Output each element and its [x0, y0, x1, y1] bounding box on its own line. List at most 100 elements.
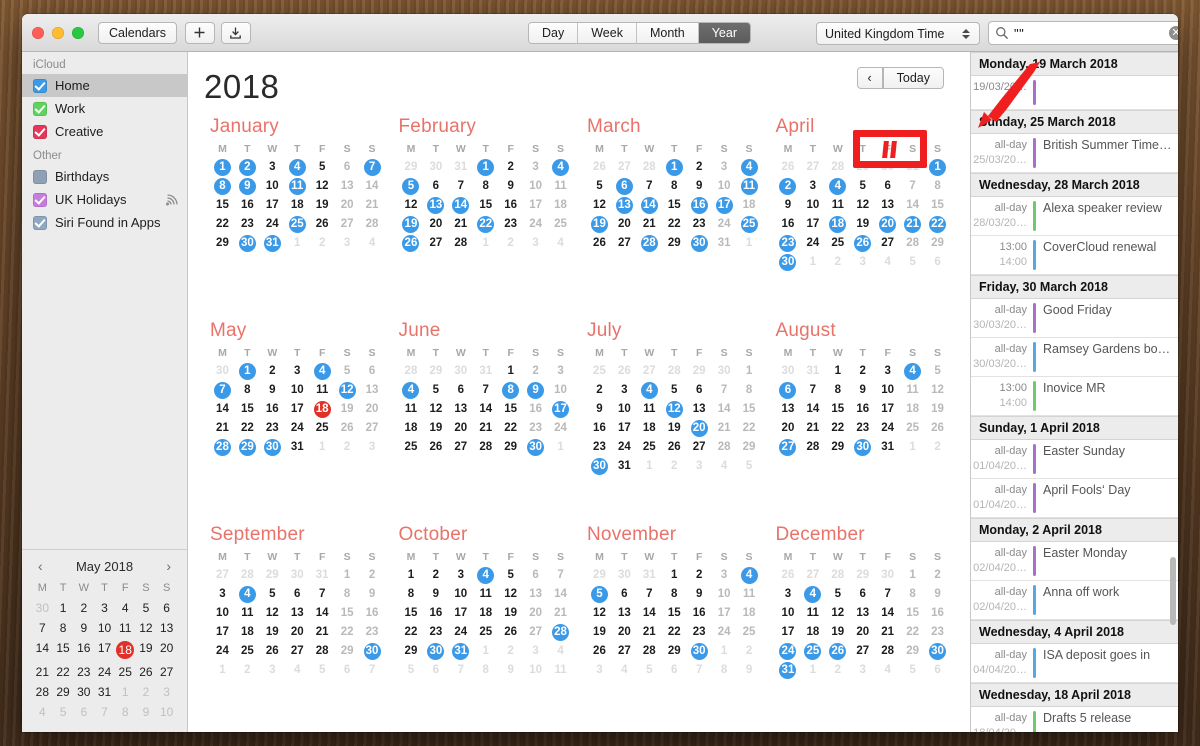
day-cell[interactable]: 3 — [285, 362, 310, 381]
day-cell[interactable]: 26 — [850, 234, 875, 253]
month-name[interactable]: August — [776, 320, 951, 342]
day-cell[interactable]: 17 — [875, 400, 900, 419]
day-cell[interactable]: 4 — [285, 661, 310, 680]
day-cell[interactable]: 18 — [737, 604, 762, 623]
mini-day-cell[interactable]: 21 — [32, 662, 53, 682]
day-cell[interactable]: 9 — [850, 381, 875, 400]
day-cell[interactable]: 25 — [310, 419, 335, 438]
search-field[interactable]: "" ✕ — [988, 21, 1178, 45]
day-cell[interactable]: 27 — [285, 642, 310, 661]
minimize-button[interactable] — [52, 26, 64, 39]
day-cell[interactable]: 30 — [612, 566, 637, 585]
day-cell[interactable]: 5 — [825, 585, 850, 604]
day-cell[interactable]: 30 — [235, 234, 260, 253]
result-event-row[interactable]: all-day 04/04/20… ISA deposit goes in — [971, 644, 1178, 683]
day-cell[interactable]: 28 — [825, 566, 850, 585]
sidebar-item-work[interactable]: Work — [22, 97, 187, 120]
day-cell[interactable]: 5 — [900, 253, 925, 272]
day-cell[interactable]: 1 — [210, 661, 235, 680]
day-cell[interactable]: 14 — [448, 196, 473, 215]
day-cell[interactable]: 28 — [875, 642, 900, 661]
search-clear-button[interactable]: ✕ — [1169, 26, 1178, 40]
day-cell[interactable]: 6 — [925, 253, 950, 272]
day-cell[interactable]: 4 — [235, 585, 260, 604]
day-cell[interactable]: 1 — [900, 438, 925, 457]
day-cell[interactable]: 17 — [523, 196, 548, 215]
day-cell[interactable]: 31 — [612, 457, 637, 476]
day-cell[interactable]: 17 — [712, 604, 737, 623]
day-cell[interactable] — [737, 253, 762, 272]
day-cell[interactable]: 13 — [423, 196, 448, 215]
mini-day-cell[interactable]: 12 — [136, 618, 157, 638]
day-cell[interactable]: 24 — [260, 215, 285, 234]
mini-day-cell[interactable]: 7 — [94, 702, 115, 722]
result-event-row[interactable]: 13:00 14:00 Inovice MR — [971, 377, 1178, 416]
day-cell[interactable]: 6 — [612, 585, 637, 604]
day-cell[interactable]: 30 — [776, 253, 801, 272]
day-cell[interactable]: 23 — [360, 623, 385, 642]
day-cell[interactable]: 4 — [737, 158, 762, 177]
day-cell[interactable]: 2 — [687, 158, 712, 177]
day-cell[interactable]: 22 — [235, 419, 260, 438]
day-cell[interactable]: 21 — [548, 604, 573, 623]
day-cell[interactable]: 7 — [637, 177, 662, 196]
month-name[interactable]: July — [587, 320, 762, 342]
day-cell[interactable]: 13 — [448, 400, 473, 419]
day-cell[interactable] — [235, 253, 260, 272]
day-cell[interactable]: 5 — [587, 585, 612, 604]
day-cell[interactable]: 31 — [875, 438, 900, 457]
day-cell[interactable]: 9 — [498, 661, 523, 680]
day-cell[interactable] — [498, 457, 523, 476]
search-input-value[interactable]: "" — [1014, 26, 1169, 41]
timezone-popup-button[interactable]: United Kingdom Time — [816, 22, 980, 45]
day-cell[interactable]: 22 — [737, 419, 762, 438]
day-cell[interactable]: 24 — [776, 642, 801, 661]
mini-day-cell[interactable]: 2 — [136, 682, 157, 702]
day-cell[interactable]: 27 — [335, 215, 360, 234]
day-cell[interactable] — [925, 457, 950, 476]
day-cell[interactable]: 23 — [423, 623, 448, 642]
day-cell[interactable]: 22 — [825, 419, 850, 438]
day-cell[interactable]: 4 — [612, 661, 637, 680]
day-cell[interactable]: 29 — [423, 362, 448, 381]
day-cell[interactable]: 15 — [737, 400, 762, 419]
day-cell[interactable]: 5 — [310, 158, 335, 177]
day-cell[interactable]: 28 — [662, 362, 687, 381]
day-cell[interactable]: 2 — [360, 566, 385, 585]
day-cell[interactable]: 5 — [399, 661, 424, 680]
day-cell[interactable] — [210, 253, 235, 272]
mini-day-cell[interactable]: 25 — [115, 662, 136, 682]
day-cell[interactable]: 2 — [498, 234, 523, 253]
day-cell[interactable]: 25 — [637, 438, 662, 457]
day-cell[interactable]: 19 — [335, 400, 360, 419]
mini-prev-button[interactable]: ‹ — [34, 558, 47, 574]
results-scrollbar[interactable] — [1170, 557, 1176, 625]
day-cell[interactable]: 4 — [800, 585, 825, 604]
day-cell[interactable]: 16 — [235, 196, 260, 215]
day-cell[interactable]: 9 — [423, 585, 448, 604]
mini-day-cell[interactable]: 15 — [53, 638, 74, 662]
day-cell[interactable]: 28 — [210, 438, 235, 457]
mini-day-cell[interactable]: 3 — [94, 598, 115, 618]
day-cell[interactable]: 20 — [776, 419, 801, 438]
month-name[interactable]: September — [210, 524, 385, 546]
day-cell[interactable]: 26 — [423, 438, 448, 457]
day-cell[interactable]: 19 — [310, 196, 335, 215]
day-cell[interactable]: 3 — [523, 234, 548, 253]
day-cell[interactable]: 1 — [498, 362, 523, 381]
day-cell[interactable]: 7 — [875, 585, 900, 604]
day-cell[interactable]: 7 — [310, 585, 335, 604]
day-cell[interactable]: 30 — [687, 642, 712, 661]
month-name[interactable]: June — [399, 320, 574, 342]
day-cell[interactable]: 11 — [285, 177, 310, 196]
day-cell[interactable]: 11 — [800, 604, 825, 623]
day-cell[interactable]: 20 — [448, 419, 473, 438]
day-cell[interactable]: 29 — [737, 438, 762, 457]
mini-day-cell[interactable]: 1 — [115, 682, 136, 702]
day-cell[interactable]: 4 — [637, 381, 662, 400]
day-cell[interactable]: 21 — [360, 196, 385, 215]
day-cell[interactable]: 30 — [423, 158, 448, 177]
day-cell[interactable]: 8 — [712, 661, 737, 680]
day-cell[interactable]: 11 — [825, 196, 850, 215]
day-cell[interactable]: 21 — [900, 215, 925, 234]
